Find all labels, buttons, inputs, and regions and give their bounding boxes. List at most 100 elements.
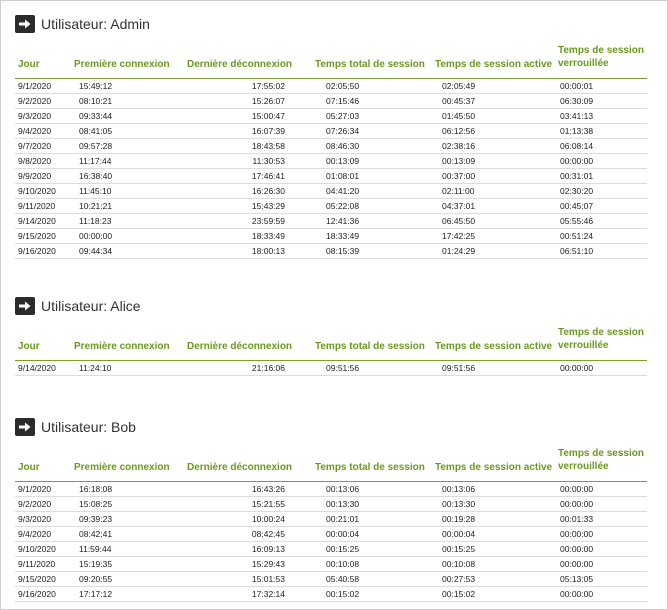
table-body: 9/1/2020 16:18:08 16:43:26 00:13:06 00:13:06…	[15, 482, 647, 602]
section-header: Utilisateur: Alice	[15, 296, 647, 316]
col-header-temps-verrouillee: Temps de session verrouillée	[558, 327, 644, 351]
col-header-temps-active: Temps de session active	[435, 462, 553, 473]
cell-premiere-connexion: 08:10:21	[79, 96, 113, 106]
table-row: 9/4/2020 08:42:41 08:42:45 00:00:04 00:00:04…	[15, 527, 647, 542]
cell-temps-active: 04:37:01	[442, 201, 476, 211]
cell-temps-total: 08:46:30	[326, 141, 360, 151]
cell-derniere-deconnexion: 17:46:41	[251, 171, 285, 181]
cell-jour: 9/10/2020	[18, 186, 56, 196]
col-header-derniere-deconnexion: Dernière déconnexion	[187, 341, 293, 352]
session-table: Jour Première connexion Dernière déconne…	[15, 327, 647, 376]
table-row: 9/2/2020 08:10:21 15:26:07 07:15:46 00:45:37…	[15, 94, 647, 109]
session-table: Jour Première connexion Dernière déconne…	[15, 448, 647, 602]
cell-temps-total: 00:13:06	[326, 484, 360, 494]
cell-temps-active: 02:05:49	[442, 81, 476, 91]
cell-premiere-connexion: 08:42:41	[79, 529, 113, 539]
cell-premiere-connexion: 15:19:35	[79, 559, 113, 569]
cell-temps-active: 00:13:09	[442, 156, 476, 166]
cell-jour: 9/16/2020	[18, 589, 56, 599]
col-header-temps-total: Temps total de session	[315, 462, 425, 473]
col-header-temps-verrouillee: Temps de session verrouillée	[558, 448, 644, 472]
section-admin: Utilisateur: Admin Jour Première connexi…	[15, 14, 647, 259]
cell-temps-total: 18:33:49	[326, 231, 360, 241]
table-row: 9/3/2020 09:33:44 15:00:47 05:27:03 01:45:50…	[15, 109, 647, 124]
cell-derniere-deconnexion: 11:30:53	[252, 156, 285, 166]
cell-jour: 9/15/2020	[18, 231, 56, 241]
cell-temps-active: 17:42:25	[442, 231, 476, 241]
section-title: Utilisateur: Admin	[41, 16, 150, 32]
cell-premiere-connexion: 09:57:28	[79, 141, 113, 151]
cell-temps-active: 01:45:50	[442, 111, 476, 121]
col-header-derniere-deconnexion: Dernière déconnexion	[187, 59, 293, 70]
cell-temps-active: 09:51:56	[442, 363, 476, 373]
cell-temps-verrouillee: 00:00:00	[560, 484, 594, 494]
col-header-jour: Jour	[18, 59, 40, 70]
cell-jour: 9/1/2020	[18, 484, 52, 494]
table-header: Jour Première connexion Dernière déconne…	[15, 45, 647, 79]
cell-temps-verrouillee: 00:51:24	[560, 231, 594, 241]
cell-temps-active: 00:15:25	[442, 544, 476, 554]
cell-premiere-connexion: 09:20:55	[79, 574, 113, 584]
cell-temps-active: 00:27:53	[442, 574, 476, 584]
col-header-temps-total: Temps total de session	[315, 341, 425, 352]
cell-derniere-deconnexion: 23:59:59	[251, 216, 285, 226]
cell-temps-total: 04:41:20	[326, 186, 360, 196]
table-row: 9/1/2020 15:49:12 17:55:02 02:05:50 02:05:49…	[15, 79, 647, 94]
table-row: 9/16/2020 09:44:34 18:00:13 08:15:39 01:24:2…	[15, 244, 647, 259]
col-header-temps-active: Temps de session active	[435, 341, 553, 352]
cell-derniere-deconnexion: 15:00:47	[251, 111, 285, 121]
cell-temps-total: 00:10:08	[326, 559, 360, 569]
table-row: 9/11/2020 10:21:21 15:43:29 05:22:08 04:37:0…	[15, 199, 647, 214]
report-frame: Utilisateur: Admin Jour Première connexi…	[0, 0, 668, 610]
cell-derniere-deconnexion: 16:09:13	[251, 544, 285, 554]
cell-jour: 9/2/2020	[18, 499, 52, 509]
cell-derniere-deconnexion: 15:26:07	[251, 96, 285, 106]
cell-temps-active: 01:24:29	[442, 246, 476, 256]
cell-temps-total: 00:13:09	[326, 156, 360, 166]
cell-temps-verrouillee: 03:41:13	[560, 111, 594, 121]
cell-premiere-connexion: 11:24:10	[79, 363, 112, 373]
cell-jour: 9/1/2020	[18, 81, 52, 91]
cell-temps-verrouillee: 00:00:00	[560, 544, 594, 554]
section-title: Utilisateur: Bob	[41, 419, 136, 435]
col-header-derniere-deconnexion: Dernière déconnexion	[187, 462, 293, 473]
table-row: 9/9/2020 16:38:40 17:46:41 01:08:01 00:37:00…	[15, 169, 647, 184]
cell-temps-total: 07:15:46	[326, 96, 360, 106]
table-header: Jour Première connexion Dernière déconne…	[15, 448, 647, 482]
cell-jour: 9/15/2020	[18, 574, 56, 584]
cell-temps-total: 09:51:56	[326, 363, 360, 373]
table-row: 9/10/2020 11:45:10 16:26:30 04:41:20 02:11:0…	[15, 184, 647, 199]
table-row: 9/1/2020 16:18:08 16:43:26 00:13:06 00:13:06…	[15, 482, 647, 497]
cell-jour: 9/3/2020	[18, 111, 52, 121]
cell-temps-active: 06:12:56	[442, 126, 476, 136]
cell-derniere-deconnexion: 08:42:45	[251, 529, 285, 539]
session-table: Jour Première connexion Dernière déconne…	[15, 45, 647, 259]
cell-derniere-deconnexion: 16:07:39	[251, 126, 285, 136]
cell-derniere-deconnexion: 17:55:02	[251, 81, 285, 91]
cell-temps-active: 00:15:02	[442, 589, 476, 599]
cell-temps-verrouillee: 06:30:09	[560, 96, 594, 106]
cell-jour: 9/4/2020	[18, 529, 52, 539]
cell-temps-total: 07:26:34	[326, 126, 360, 136]
cell-temps-verrouillee: 00:45:07	[560, 201, 594, 211]
col-header-premiere-connexion: Première connexion	[74, 341, 170, 352]
cell-temps-verrouillee: 00:00:01	[560, 81, 594, 91]
cell-temps-active: 00:13:30	[442, 499, 476, 509]
table-row: 9/4/2020 08:41:05 16:07:39 07:26:34 06:12:56…	[15, 124, 647, 139]
cell-temps-total: 00:21:01	[326, 514, 360, 524]
cell-premiere-connexion: 00:00:00	[79, 231, 113, 241]
cell-derniere-deconnexion: 15:29:43	[251, 559, 285, 569]
cell-premiere-connexion: 09:44:34	[79, 246, 113, 256]
table-body: 9/1/2020 15:49:12 17:55:02 02:05:50 02:05:49…	[15, 79, 647, 259]
cell-jour: 9/16/2020	[18, 246, 56, 256]
table-header: Jour Première connexion Dernière déconne…	[15, 327, 647, 361]
cell-derniere-deconnexion: 16:26:30	[251, 186, 285, 196]
cell-temps-active: 00:10:08	[442, 559, 476, 569]
table-row: 9/3/2020 09:39:23 10:00:24 00:21:01 00:19:28…	[15, 512, 647, 527]
cell-jour: 9/3/2020	[18, 514, 52, 524]
cell-derniere-deconnexion: 15:43:29	[251, 201, 285, 211]
right-arrow-icon	[15, 418, 35, 436]
cell-derniere-deconnexion: 18:00:13	[251, 246, 285, 256]
cell-temps-total: 00:13:30	[326, 499, 360, 509]
cell-temps-total: 00:15:02	[326, 589, 360, 599]
